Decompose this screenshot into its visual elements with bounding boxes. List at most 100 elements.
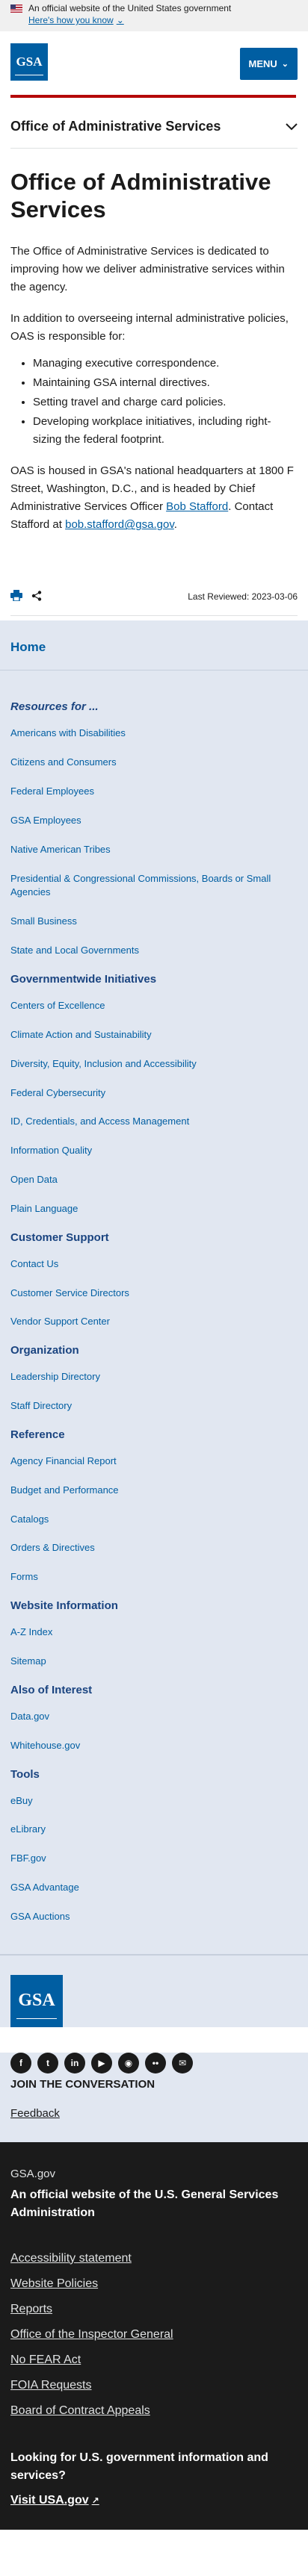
nav-group-list: Leadership Directory Staff Directory (10, 1370, 298, 1413)
print-icon[interactable] (10, 590, 22, 603)
nav-link[interactable]: Diversity, Equity, Inclusion and Accessi… (10, 1057, 298, 1071)
instagram-icon[interactable]: ◉ (118, 2052, 139, 2073)
footer-gsa-logo-text: GSA (18, 1991, 55, 2011)
nav-link[interactable]: Catalogs (10, 1513, 298, 1527)
nav-link[interactable]: Citizens and Consumers (10, 756, 298, 770)
nav-link[interactable]: Data.gov (10, 1710, 298, 1724)
section-nav-accordion[interactable]: Office of Administrative Services (10, 104, 298, 149)
intro-paragraph: The Office of Administrative Services is… (10, 245, 285, 294)
footer-link-reports[interactable]: Reports (10, 2303, 298, 2316)
nav-link[interactable]: Federal Cybersecurity (10, 1086, 298, 1101)
nav-group: Customer Support Contact Us Customer Servi… (10, 1231, 298, 1330)
nav-link[interactable]: Plain Language (10, 1202, 298, 1216)
list-item: Managing executive correspondence. (33, 355, 298, 373)
nav-group-heading: Also of Interest (10, 1683, 93, 1696)
chevron-down-icon: ⌄ (116, 15, 124, 25)
nav-link[interactable]: Americans with Disabilities (10, 727, 298, 741)
nav-link[interactable]: State and Local Governments (10, 944, 298, 958)
page-title: Office of Administrative Services (10, 169, 271, 223)
nav-group-heading: Tools (10, 1767, 40, 1781)
responsibilities-list: Managing executive correspondence. Maint… (10, 355, 298, 449)
nav-group-list: Americans with Disabilities Citizens and … (10, 727, 298, 958)
nav-link[interactable]: Federal Employees (10, 785, 298, 799)
footer-logo-section: GSA (0, 1953, 308, 2027)
email-icon[interactable]: ✉ (172, 2052, 193, 2073)
nav-group: Reference Agency Financial Report Budget a… (10, 1428, 298, 1584)
nav-link[interactable]: Budget and Performance (10, 1484, 298, 1498)
linkedin-icon[interactable]: in (64, 2052, 85, 2073)
nav-link[interactable]: GSA Advantage (10, 1881, 298, 1895)
nav-group-list: Data.gov Whitehouse.gov (10, 1710, 298, 1753)
nav-group: Website Information A-Z Index Sitemap (10, 1599, 298, 1669)
social-links: f t in ▶ ◉ •• ✉ (10, 2052, 308, 2073)
nav-group-heading: Website Information (10, 1599, 118, 1613)
menu-button-label: MENU (248, 58, 277, 69)
nav-link[interactable]: GSA Auctions (10, 1910, 298, 1924)
contact-text-end: . (173, 518, 177, 532)
nav-group-heading: Reference (10, 1428, 65, 1441)
page-tool-icons (10, 590, 42, 603)
nav-link[interactable]: eLibrary (10, 1823, 298, 1837)
nav-group-list: eBuy eLibrary FBF.gov GSA Advantage GSA Auct… (10, 1794, 298, 1924)
nav-link[interactable]: Staff Directory (10, 1399, 298, 1413)
red-divider (10, 95, 296, 98)
heres-how-you-know-label: Here's how you know (28, 15, 114, 25)
nav-link[interactable]: Customer Service Directors (10, 1287, 298, 1301)
share-icon[interactable] (31, 591, 42, 603)
footer-link-accessibility[interactable]: Accessibility statement (10, 2252, 298, 2265)
nav-link[interactable]: Vendor Support Center (10, 1315, 298, 1329)
twitter-icon[interactable]: t (37, 2052, 58, 2073)
nav-group-list: Agency Financial Report Budget and Perfor… (10, 1455, 298, 1584)
nav-link[interactable]: Sitemap (10, 1655, 298, 1669)
heres-how-you-know-link[interactable]: Here's how you know ⌄ (10, 15, 124, 25)
list-item: Setting travel and charge card policies. (33, 393, 298, 411)
nav-group: Resources for ... Americans with Disabili… (10, 700, 298, 958)
nav-link[interactable]: Open Data (10, 1173, 298, 1187)
footer-link-inspector-general[interactable]: Office of the Inspector General (10, 2328, 298, 2342)
list-item: Developing workplace initiatives, includ… (33, 413, 298, 449)
nav-group-heading: Customer Support (10, 1231, 109, 1244)
nav-link[interactable]: GSA Employees (10, 814, 298, 828)
nav-link[interactable]: Native American Tribes (10, 843, 298, 857)
nav-link[interactable]: Information Quality (10, 1144, 298, 1158)
nav-link[interactable]: Leadership Directory (10, 1370, 298, 1384)
nav-link[interactable]: FBF.gov (10, 1852, 298, 1866)
facebook-icon[interactable]: f (10, 2052, 31, 2073)
list-item: Maintaining GSA internal directives. (33, 374, 298, 392)
join-conversation-heading: JOIN THE CONVERSATION (10, 2077, 155, 2091)
gsa-logo-text: GSA (16, 55, 43, 69)
nav-group-heading: Resources for ... (10, 700, 99, 714)
footer-social-section: f t in ▶ ◉ •• ✉ JOIN THE CONVERSATION Fe… (0, 2052, 308, 2142)
nav-link[interactable]: Climate Action and Sustainability (10, 1028, 298, 1042)
youtube-icon[interactable]: ▶ (91, 2052, 112, 2073)
nav-link[interactable]: Presidential & Congressional Commissions… (10, 872, 298, 900)
footer-gsa-logo[interactable]: GSA (10, 1974, 63, 2027)
gsa-logo[interactable]: GSA (10, 43, 48, 81)
chevron-down-icon (286, 121, 298, 133)
nav-link[interactable]: Contact Us (10, 1257, 298, 1272)
nav-link[interactable]: Agency Financial Report (10, 1455, 298, 1469)
bob-stafford-link[interactable]: Bob Stafford (166, 500, 228, 513)
flickr-icon[interactable]: •• (145, 2052, 166, 2073)
external-link-icon: ↗ (91, 2495, 99, 2506)
footer-link-no-fear-act[interactable]: No FEAR Act (10, 2353, 298, 2367)
footer-link-website-policies[interactable]: Website Policies (10, 2277, 298, 2291)
contact-paragraph: OAS is housed in GSA's national headquar… (10, 462, 298, 534)
nav-link[interactable]: ID, Credentials, and Access Management (10, 1115, 298, 1129)
nav-link[interactable]: Small Business (10, 915, 298, 929)
feedback-link[interactable]: Feedback (10, 2107, 308, 2132)
us-flag-icon (10, 4, 22, 13)
nav-link[interactable]: A-Z Index (10, 1625, 298, 1640)
nav-link[interactable]: Orders & Directives (10, 1541, 298, 1555)
email-link[interactable]: bob.stafford@gsa.gov (65, 518, 174, 531)
visit-usa-gov-link[interactable]: Visit USA.gov ↗ (10, 2494, 99, 2507)
nav-link[interactable]: eBuy (10, 1794, 298, 1808)
footer-link-contract-appeals[interactable]: Board of Contract Appeals (10, 2404, 298, 2418)
nav-home-link[interactable]: Home (0, 629, 308, 671)
nav-group-list: A-Z Index Sitemap (10, 1625, 298, 1669)
nav-link[interactable]: Whitehouse.gov (10, 1739, 298, 1753)
nav-link[interactable]: Forms (10, 1570, 298, 1584)
footer-link-foia[interactable]: FOIA Requests (10, 2379, 298, 2392)
nav-link[interactable]: Centers of Excellence (10, 999, 298, 1013)
menu-button[interactable]: MENU ⌄ (239, 48, 298, 80)
